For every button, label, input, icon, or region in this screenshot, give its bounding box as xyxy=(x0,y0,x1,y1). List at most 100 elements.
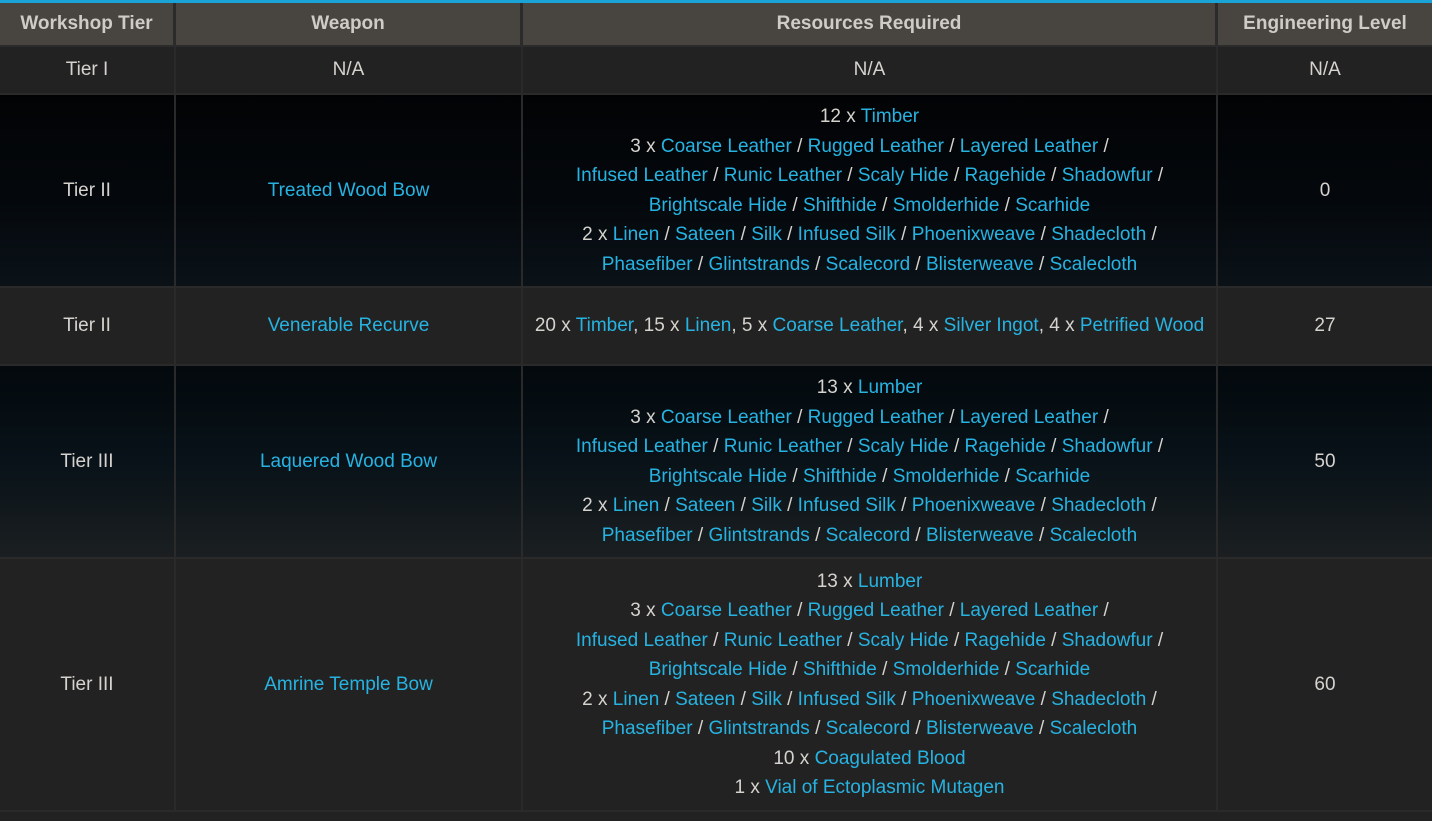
resource-link[interactable]: Blisterweave xyxy=(926,718,1034,739)
resource-link[interactable]: Scaly Hide xyxy=(858,630,949,651)
resource-link[interactable]: Smolderhide xyxy=(893,659,1000,680)
resource-link[interactable]: Coagulated Blood xyxy=(815,748,966,769)
resource-link[interactable]: Sateen xyxy=(675,224,735,245)
resource-link[interactable]: Infused Leather xyxy=(576,165,708,186)
resource-link[interactable]: Scalecloth xyxy=(1050,254,1138,275)
resource-link[interactable]: Scaly Hide xyxy=(858,436,949,457)
separator-slash: / xyxy=(659,224,676,245)
resource-link[interactable]: Rugged Leather xyxy=(808,136,944,157)
resource-line: Infused Leather / Runic Leather / Scaly … xyxy=(529,626,1210,656)
resource-link[interactable]: Coarse Leather xyxy=(661,136,792,157)
resource-link[interactable]: Sateen xyxy=(675,495,735,516)
resource-link[interactable]: Infused Silk xyxy=(798,689,896,710)
resource-link[interactable]: Runic Leather xyxy=(724,436,842,457)
resource-link[interactable]: Shifthide xyxy=(803,659,877,680)
resource-link[interactable]: Scarhide xyxy=(1015,466,1090,487)
separator-slash: / xyxy=(1146,495,1157,516)
weapon-cell: Venerable Recurve xyxy=(176,288,523,366)
separator-slash: / xyxy=(943,600,960,621)
resource-link[interactable]: Phasefiber xyxy=(602,525,693,546)
resource-quantity: 5 x xyxy=(741,315,773,337)
resource-link[interactable]: Brightscale Hide xyxy=(649,195,787,216)
resource-link[interactable]: Brightscale Hide xyxy=(649,466,787,487)
resource-link[interactable]: Ragehide xyxy=(965,630,1046,651)
resource-link[interactable]: Coarse Leather xyxy=(661,600,792,621)
weapon-link[interactable]: Treated Wood Bow xyxy=(268,180,430,201)
resource-link[interactable]: Runic Leather xyxy=(724,165,842,186)
resource-link[interactable]: Sateen xyxy=(675,689,735,710)
resource-link[interactable]: Layered Leather xyxy=(960,407,1098,428)
resource-link[interactable]: Scalecloth xyxy=(1050,525,1138,546)
resource-link[interactable]: Scarhide xyxy=(1015,659,1090,680)
resource-link[interactable]: Shifthide xyxy=(803,195,877,216)
resource-link[interactable]: Shifthide xyxy=(803,466,877,487)
resource-link[interactable]: Scarhide xyxy=(1015,195,1090,216)
resource-link[interactable]: Linen xyxy=(613,689,660,710)
resource-link[interactable]: Layered Leather xyxy=(960,136,1098,157)
resource-link[interactable]: Infused Silk xyxy=(798,224,896,245)
separator-slash: / xyxy=(692,718,709,739)
separator-slash: / xyxy=(910,524,926,546)
resource-link[interactable]: Glintstrands xyxy=(708,254,809,275)
resource-link[interactable]: Scalecord xyxy=(826,718,911,739)
resource-link[interactable]: Glintstrands xyxy=(708,525,809,546)
resource-link[interactable]: Rugged Leather xyxy=(808,600,944,621)
resource-link[interactable]: Scalecord xyxy=(826,525,911,546)
weapon-link[interactable]: Laquered Wood Bow xyxy=(260,451,437,472)
resource-link[interactable]: Smolderhide xyxy=(893,195,1000,216)
resource-link[interactable]: Silk xyxy=(751,495,782,516)
resource-link[interactable]: Timber xyxy=(861,106,919,127)
resource-link[interactable]: Infused Leather xyxy=(576,436,708,457)
resource-link[interactable]: Petrified Wood xyxy=(1080,315,1204,336)
resource-link[interactable]: Silk xyxy=(751,689,782,710)
resource-link[interactable]: Lumber xyxy=(858,377,922,398)
resource-link[interactable]: Shadecloth xyxy=(1051,495,1146,516)
weapon-link[interactable]: Venerable Recurve xyxy=(268,315,430,336)
resource-link[interactable]: Ragehide xyxy=(965,436,1046,457)
resource-link[interactable]: Vial of Ectoplasmic Mutagen xyxy=(765,777,1004,798)
weapon-link[interactable]: Amrine Temple Bow xyxy=(264,674,433,695)
resource-link[interactable]: Phoenixweave xyxy=(912,224,1036,245)
resource-link[interactable]: Shadecloth xyxy=(1051,689,1146,710)
resource-link[interactable]: Ragehide xyxy=(965,165,1046,186)
resource-link[interactable]: Linen xyxy=(613,495,660,516)
resource-quantity: 3 x xyxy=(630,135,661,157)
resource-link[interactable]: Phasefiber xyxy=(602,254,693,275)
resource-link[interactable]: Glintstrands xyxy=(708,718,809,739)
resource-link[interactable]: Blisterweave xyxy=(926,254,1034,275)
resource-link[interactable]: Smolderhide xyxy=(893,466,1000,487)
header-workshop-tier: Workshop Tier xyxy=(0,3,176,47)
resource-link[interactable]: Coarse Leather xyxy=(661,407,792,428)
separator-slash: / xyxy=(809,253,826,275)
resource-link[interactable]: Scalecord xyxy=(826,254,911,275)
resource-link[interactable]: Layered Leather xyxy=(960,600,1098,621)
resource-link[interactable]: Infused Leather xyxy=(576,630,708,651)
resource-link[interactable]: Coarse Leather xyxy=(773,315,903,336)
resource-link[interactable]: Linen xyxy=(685,315,732,336)
resource-line: Phasefiber / Glintstrands / Scalecord / … xyxy=(529,714,1210,744)
resource-link[interactable]: Shadowfur xyxy=(1062,165,1153,186)
resource-link[interactable]: Scalecloth xyxy=(1050,718,1138,739)
resource-link[interactable]: Phoenixweave xyxy=(912,689,1036,710)
resource-link[interactable]: Runic Leather xyxy=(724,630,842,651)
resource-link[interactable]: Silk xyxy=(751,224,782,245)
resource-link[interactable]: Brightscale Hide xyxy=(649,659,787,680)
separator-slash: / xyxy=(1152,165,1164,186)
resource-link[interactable]: Blisterweave xyxy=(926,525,1034,546)
resource-link[interactable]: Phasefiber xyxy=(602,718,693,739)
resource-link[interactable]: Lumber xyxy=(858,571,922,592)
resource-link[interactable]: Silver Ingot xyxy=(944,315,1039,336)
resource-link[interactable]: Shadowfur xyxy=(1062,436,1153,457)
resource-link[interactable]: Infused Silk xyxy=(798,495,896,516)
weapon-cell: Treated Wood Bow xyxy=(176,95,523,288)
resource-link[interactable]: Shadecloth xyxy=(1051,224,1146,245)
resource-link[interactable]: Shadowfur xyxy=(1062,630,1153,651)
resource-link[interactable]: Scaly Hide xyxy=(858,165,949,186)
resource-link[interactable]: Phoenixweave xyxy=(912,495,1036,516)
resource-quantity: 20 x xyxy=(534,315,576,337)
resource-link[interactable]: Linen xyxy=(613,224,660,245)
resource-link[interactable]: Timber xyxy=(576,315,633,336)
resource-link[interactable]: Rugged Leather xyxy=(808,407,944,428)
separator-slash: / xyxy=(707,165,724,186)
separator-slash: / xyxy=(735,224,752,245)
